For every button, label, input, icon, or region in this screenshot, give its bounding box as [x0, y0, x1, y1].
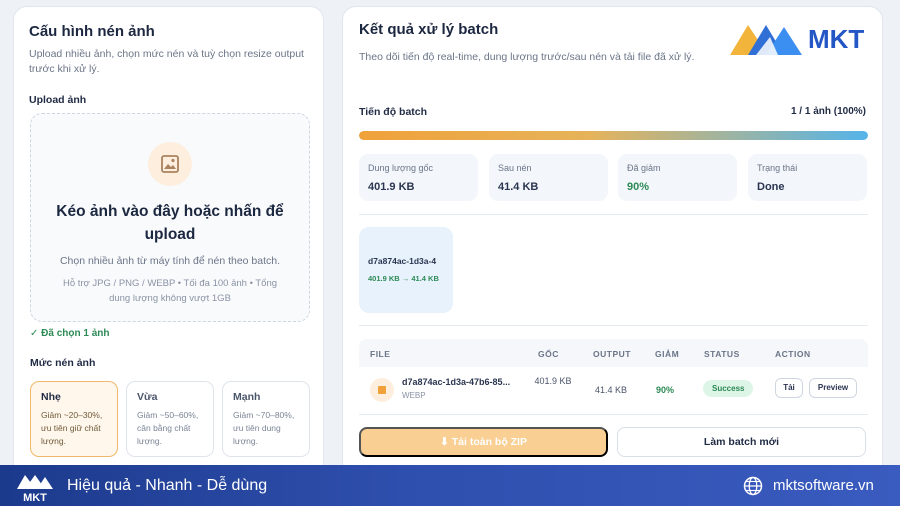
config-subtitle: Upload nhiều ảnh, chọn mức nén và tuỳ ch…	[29, 48, 304, 75]
stat-compressed-size: Sau nén 41.4 KB	[489, 154, 608, 201]
file-format: WEBP	[402, 391, 426, 400]
image-icon	[148, 142, 192, 186]
divider	[359, 325, 868, 326]
progress-label: Tiến độ batch	[359, 106, 428, 118]
file-name: d7a874ac-1d3a-47b6-85...	[402, 377, 511, 387]
divider	[359, 214, 868, 215]
stat-label: Dung lượng gốc	[368, 163, 433, 173]
dropzone-title: Kéo ảnh vào đây hoặc nhấn để upload	[56, 203, 284, 243]
stat-status: Trạng thái Done	[748, 154, 867, 201]
output-size: 41.4 KB	[595, 385, 628, 395]
download-button[interactable]: Tải	[775, 378, 803, 398]
config-panel: Cấu hình nén ảnh Upload nhiều ảnh, chọn …	[13, 6, 324, 486]
results-subtitle: Theo dõi tiến độ real-time, dung lượng t…	[359, 51, 695, 63]
progress-bar	[359, 131, 868, 140]
selected-count: ✓ Đã chọn 1 ảnh	[30, 328, 110, 339]
stat-reduced: Đã giảm 90%	[618, 154, 737, 201]
stat-value: Done	[757, 181, 785, 193]
stat-original-size: Dung lượng gốc 401.9 KB	[359, 154, 478, 201]
level-option-light[interactable]: Nhẹ Giảm ~20–30%, ưu tiên giữ chất lượng…	[30, 381, 118, 457]
preview-button[interactable]: Preview	[809, 378, 857, 398]
original-size: 401.9 KB	[534, 376, 572, 386]
col-reduced: GIẢM	[655, 349, 680, 359]
new-batch-button[interactable]: Làm batch mới	[617, 427, 866, 457]
download-zip-button[interactable]: ⬇ Tải toàn bộ ZIP	[359, 427, 608, 457]
stat-label: Trạng thái	[757, 163, 798, 173]
reduced-percent: 90%	[656, 385, 675, 395]
level-option-desc: Giảm ~50–60%, cân bằng chất lượng.	[137, 410, 199, 446]
level-option-name: Mạnh	[233, 391, 261, 403]
table-row: d7a874ac-1d3a-47b6-85... WEBP 401.9 KB 4…	[359, 367, 868, 415]
progress-bar-fill	[359, 131, 868, 140]
thumbnail-size: 401.9 KB → 41.4 KB	[368, 274, 439, 283]
footer-logo-text: MKT	[23, 492, 47, 503]
mkt-logo: MKT	[17, 475, 53, 503]
footer-banner: MKT Hiệu quả - Nhanh - Dễ dùng mktsoftwa…	[0, 465, 900, 506]
stat-value: 90%	[627, 181, 650, 193]
dropzone-hint: Hỗ trợ JPG / PNG / WEBP • Tối đa 100 ảnh…	[62, 278, 278, 304]
stat-label: Sau nén	[498, 163, 532, 173]
level-option-desc: Giảm ~20–30%, ưu tiên giữ chất lượng.	[41, 410, 103, 446]
logo-text: MKT	[808, 24, 864, 54]
stat-value: 401.9 KB	[368, 181, 415, 193]
file-image-icon	[370, 378, 394, 402]
level-option-name: Vừa	[137, 391, 158, 403]
col-action: ACTION	[775, 349, 811, 359]
footer-slogan: Hiệu quả - Nhanh - Dễ dùng	[67, 477, 268, 494]
globe-icon	[743, 476, 763, 496]
col-original: GỐC	[538, 349, 559, 359]
results-panel: Kết quả xử lý batch Theo dõi tiến độ rea…	[342, 6, 883, 486]
level-option-strong[interactable]: Mạnh Giảm ~70–80%, ưu tiên dung lượng.	[222, 381, 310, 457]
col-output: OUTPUT	[593, 349, 631, 359]
result-thumbnail[interactable]: d7a874ac-1d3a-4 401.9 KB → 41.4 KB	[359, 227, 453, 313]
stat-label: Đã giảm	[627, 163, 661, 173]
upload-label: Upload ảnh	[29, 94, 87, 106]
upload-dropzone[interactable]: Kéo ảnh vào đây hoặc nhấn để upload Chọn…	[30, 113, 310, 322]
config-title: Cấu hình nén ảnh	[29, 23, 155, 40]
stat-value: 41.4 KB	[498, 181, 539, 193]
results-title: Kết quả xử lý batch	[359, 21, 499, 38]
mkt-logo: MKT	[730, 24, 864, 55]
compression-level-label: Mức nén ảnh	[30, 357, 96, 369]
thumbnail-name: d7a874ac-1d3a-4	[368, 256, 437, 266]
col-file: FILE	[370, 349, 391, 359]
results-table: FILE GỐC OUTPUT GIẢM STATUS ACTION d7a87…	[359, 339, 868, 417]
level-option-medium[interactable]: Vừa Giảm ~50–60%, cân bằng chất lượng.	[126, 381, 214, 457]
col-status: STATUS	[704, 349, 740, 359]
dropzone-subtitle: Chọn nhiều ảnh từ máy tính để nén theo b…	[59, 255, 281, 267]
footer-website[interactable]: mktsoftware.vn	[773, 477, 874, 494]
status-badge: Success	[703, 380, 754, 397]
level-option-desc: Giảm ~70–80%, ưu tiên dung lượng.	[233, 410, 295, 446]
progress-count: 1 / 1 ảnh (100%)	[790, 106, 866, 117]
table-header: FILE GỐC OUTPUT GIẢM STATUS ACTION	[359, 339, 868, 367]
level-option-name: Nhẹ	[41, 391, 61, 403]
